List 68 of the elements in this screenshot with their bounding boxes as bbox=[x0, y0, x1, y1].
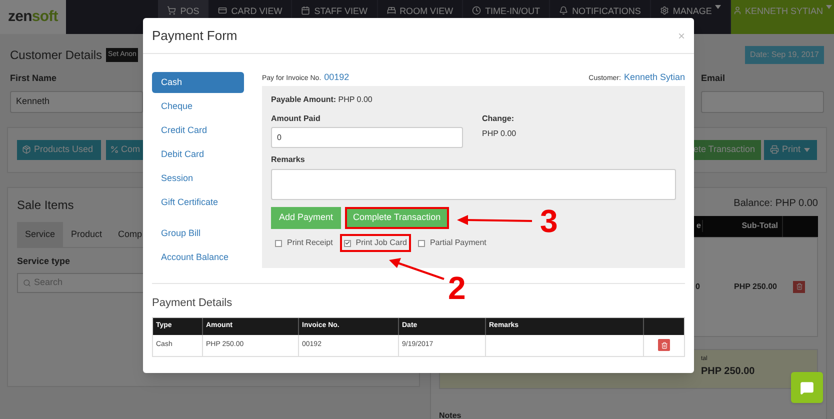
table-cell-text: PHP 250.00 bbox=[733, 280, 778, 292]
bed-icon bbox=[386, 6, 396, 15]
caret-icon bbox=[804, 148, 810, 152]
first-name-field[interactable]: Kenneth bbox=[10, 90, 143, 112]
caret-icon bbox=[714, 5, 721, 9]
field-label: Email bbox=[701, 72, 726, 85]
payable-amount: Payable Amount: PHP 0.00 bbox=[271, 94, 374, 106]
tab[interactable]: Service bbox=[17, 222, 64, 247]
trash-icon bbox=[660, 342, 668, 348]
complete-transaction-button[interactable]: Complete Transaction bbox=[345, 207, 449, 229]
annotation-number: 3 bbox=[540, 205, 558, 237]
totals-value: PHP 250.00 bbox=[701, 364, 756, 378]
field-label: First Name bbox=[10, 72, 58, 85]
table-cell: 0 bbox=[696, 280, 701, 292]
balance-text: Balance: PHP 0.00 bbox=[732, 196, 818, 210]
delete-button[interactable] bbox=[793, 280, 805, 292]
payment-method[interactable]: Cheque bbox=[152, 96, 244, 117]
clock-icon bbox=[472, 6, 482, 15]
checkbox[interactable] bbox=[418, 240, 425, 246]
printer-icon bbox=[770, 145, 779, 154]
gear-icon bbox=[660, 6, 669, 15]
checkbox-option[interactable]: Print Job Card bbox=[340, 234, 411, 252]
field-label: Remarks bbox=[271, 154, 306, 166]
delete-button[interactable] bbox=[658, 339, 670, 351]
section-title: Customer Details bbox=[10, 47, 102, 64]
checkbox-option[interactable]: Partial Payment bbox=[414, 234, 490, 252]
percent-icon bbox=[110, 145, 119, 154]
bell-icon bbox=[559, 6, 568, 15]
customer-name: Kenneth Sytian bbox=[624, 70, 685, 84]
user-icon bbox=[732, 6, 742, 15]
payment-method[interactable]: Credit Card bbox=[152, 120, 244, 141]
date-badge: Date: Sep 19, 2017 bbox=[745, 46, 824, 64]
tab[interactable]: Product bbox=[63, 222, 110, 247]
checkbox-option[interactable]: Print Receipt bbox=[271, 234, 337, 252]
logo: zensoft bbox=[0, 0, 66, 34]
caret-icon bbox=[826, 5, 832, 9]
change-value: PHP 0.00 bbox=[482, 128, 516, 140]
check-icon bbox=[344, 240, 350, 246]
notes-label: Notes bbox=[439, 410, 462, 419]
remarks-field[interactable] bbox=[271, 169, 676, 200]
payment-method[interactable]: Cash bbox=[152, 72, 244, 93]
checkbox[interactable] bbox=[275, 240, 282, 246]
column-header: e bbox=[696, 220, 702, 232]
search-icon bbox=[23, 278, 31, 286]
payment-method[interactable]: Group Bill bbox=[152, 223, 244, 244]
cart-icon bbox=[167, 6, 176, 15]
calendar-icon bbox=[301, 6, 310, 15]
invoice-number: 00192 bbox=[324, 70, 350, 84]
section-title: Payment Details bbox=[151, 296, 234, 311]
field-label: Service type bbox=[17, 255, 70, 268]
card-icon bbox=[218, 6, 228, 15]
annotation-arrow bbox=[389, 258, 444, 280]
change-label: Change: bbox=[482, 113, 515, 125]
payment-method[interactable]: Gift Certificate bbox=[152, 192, 244, 213]
trash-icon bbox=[796, 283, 802, 290]
add-payment-button[interactable]: Add Payment bbox=[271, 207, 342, 229]
column-header: Sub-Total bbox=[702, 220, 782, 232]
annotation-number: 2 bbox=[448, 272, 466, 304]
checkbox[interactable] bbox=[344, 240, 351, 246]
payment-method[interactable]: Account Balance bbox=[152, 247, 244, 268]
chat-button[interactable] bbox=[791, 372, 823, 403]
card-title: Sale Items bbox=[17, 196, 74, 214]
box-icon bbox=[22, 145, 31, 154]
speech-bubble-icon bbox=[800, 380, 814, 394]
payment-method[interactable]: Session bbox=[152, 168, 244, 189]
amount-paid-field[interactable]: 0 bbox=[271, 127, 463, 148]
email-field[interactable] bbox=[701, 90, 824, 112]
field-label: Amount Paid bbox=[271, 113, 322, 125]
